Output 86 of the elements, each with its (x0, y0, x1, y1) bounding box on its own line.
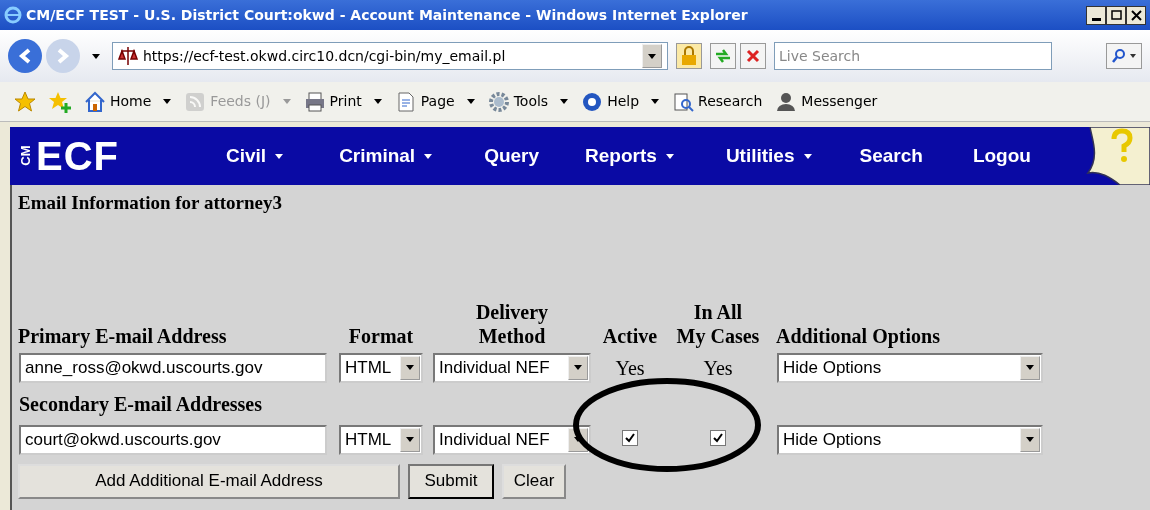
format-select[interactable]: HTML (339, 352, 423, 383)
column-header: Active (601, 323, 659, 348)
search-button[interactable] (1106, 43, 1142, 69)
command-button[interactable]: Home (84, 90, 172, 113)
all-cases-value: Yes (703, 356, 733, 379)
search-icon (1111, 48, 1137, 64)
caret-icon (665, 153, 674, 159)
delivery-method-select[interactable]: Individual NEF (433, 424, 591, 455)
column-header: Format (347, 323, 415, 348)
close-button[interactable] (1126, 5, 1146, 25)
options-select[interactable]: Hide Options (777, 352, 1043, 383)
address-field[interactable]: https://ecf-test.okwd.circ10.dcn/cgi-bin/my_email.pl (112, 42, 668, 70)
caret-icon (560, 99, 569, 104)
recent-pages-caret-icon (92, 53, 100, 59)
search-field[interactable]: Live Search (774, 42, 1052, 70)
delivery-method-select[interactable]: Individual NEF (433, 352, 591, 383)
format-select[interactable]: HTML (339, 424, 423, 455)
menu-item[interactable]: Search (859, 141, 923, 171)
add-favorite-icon[interactable] (49, 90, 71, 113)
dropdown-caret-icon (1026, 365, 1034, 370)
stop-button[interactable] (740, 43, 766, 69)
command-button[interactable]: Print (303, 90, 382, 113)
caret-icon (803, 153, 812, 159)
feed-icon (184, 90, 207, 113)
person-icon (775, 90, 798, 113)
dropdown-caret-icon (406, 365, 414, 370)
caret-icon (466, 99, 475, 104)
scales-icon (117, 45, 139, 67)
menu-item[interactable]: Query (484, 141, 540, 171)
printer-icon (303, 90, 326, 113)
refresh-icon (714, 47, 732, 65)
maximize-button[interactable] (1106, 5, 1126, 25)
section-label: Secondary E-mail Addresses (19, 392, 262, 415)
column-header: Additional Options (776, 323, 941, 348)
command-button[interactable]: Messenger (775, 90, 878, 113)
email-field[interactable]: anne_ross@okwd.uscourts.gov (19, 352, 327, 383)
window-title: CM/ECF TEST - U.S. District Court:okwd - Account Maintenance - Windows Internet Explorer (26, 5, 749, 25)
minimize-button[interactable] (1086, 5, 1106, 25)
back-button[interactable] (8, 39, 42, 73)
research-icon (672, 90, 695, 113)
menu-item[interactable]: Reports (585, 141, 674, 171)
caret-icon (651, 99, 660, 104)
command-button[interactable]: Page (394, 90, 475, 113)
add-email-button[interactable]: Add Additional E-mail Address (18, 463, 400, 499)
options-select[interactable]: Hide Options (777, 424, 1043, 455)
gear-icon (487, 90, 510, 113)
browser-icon (4, 6, 22, 24)
dropdown-caret-icon (574, 365, 582, 370)
active-value: Yes (615, 356, 645, 379)
checkbox[interactable] (622, 430, 638, 446)
command-button[interactable]: Tools (487, 90, 569, 113)
close-icon (1129, 8, 1143, 22)
menu-item[interactable]: Logou (972, 141, 1031, 171)
clear-button[interactable]: Clear (502, 463, 566, 499)
minimize-icon (1091, 17, 1101, 21)
column-header: In All My Cases (675, 299, 761, 348)
menu-item[interactable]: Civil (226, 141, 284, 171)
menu-item[interactable]: Utilities (725, 141, 812, 171)
column-header: Delivery Method (474, 299, 550, 348)
address-dropdown-button[interactable] (642, 44, 662, 68)
menu-item[interactable]: Criminal (339, 141, 433, 171)
url-text: https://ecf-test.okwd.circ10.dcn/cgi-bin/my_email.pl (143, 46, 507, 66)
lock-button[interactable] (676, 43, 702, 69)
caret-icon (163, 99, 172, 104)
checkbox[interactable] (710, 430, 726, 446)
command-button[interactable]: Help (581, 90, 660, 113)
maximize-icon (1109, 8, 1123, 22)
help-icon (581, 90, 604, 113)
caret-icon (373, 99, 382, 104)
page-heading: Email Information for attorney3 (18, 191, 284, 215)
favorites-star-icon[interactable] (14, 90, 36, 113)
dropdown-caret-icon (406, 437, 414, 442)
stop-icon (746, 49, 760, 63)
refresh-button[interactable] (710, 43, 736, 69)
lock-icon (680, 46, 698, 66)
caret-icon (648, 53, 656, 59)
submit-button[interactable]: Submit (408, 463, 494, 499)
caret-icon (275, 153, 284, 159)
email-field[interactable]: court@okwd.uscourts.gov (19, 424, 327, 455)
ecf-logo: CM ECF (17, 136, 120, 176)
house-icon (84, 90, 106, 113)
command-button[interactable]: Research (672, 90, 763, 113)
caret-icon (424, 153, 433, 159)
caret-icon (282, 99, 291, 104)
column-header: Primary E-mail Address (18, 323, 228, 348)
dropdown-caret-icon (1026, 437, 1034, 442)
